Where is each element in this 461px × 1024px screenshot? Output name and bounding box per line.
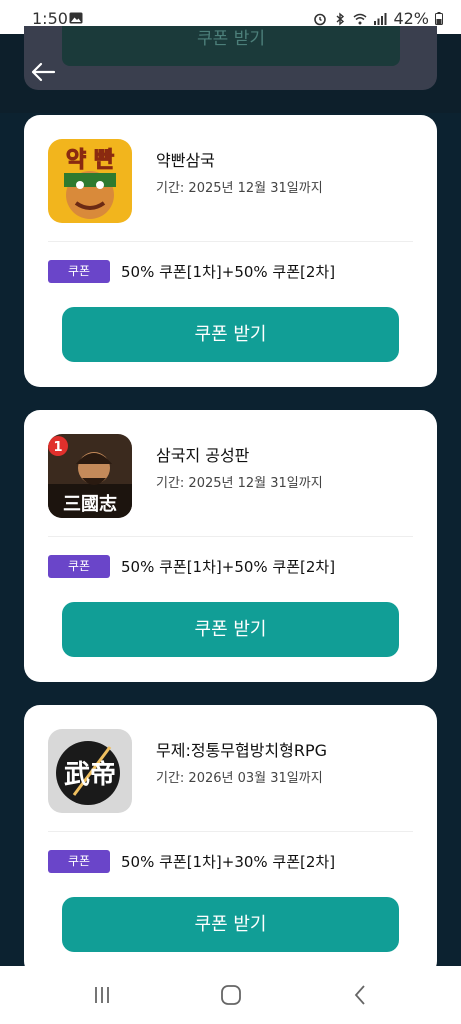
coupon-description: 50% 쿠폰[1차]+30% 쿠폰[2차] [121, 853, 336, 871]
bluetooth-icon [336, 12, 345, 25]
app-icon-samgukji-text: 三國志 [63, 493, 117, 515]
recent-apps-icon[interactable] [90, 983, 114, 1007]
divider [48, 536, 413, 537]
get-coupon-button[interactable]: 쿠폰 받기 [62, 307, 399, 362]
coupon-badge: 쿠폰 [48, 850, 110, 873]
notification-count: 1 [53, 440, 62, 455]
app-icon-muje-text: 武帝 [64, 759, 116, 790]
coupon-badge: 쿠폰 [48, 555, 110, 578]
home-icon[interactable] [219, 983, 243, 1007]
app-icon-muje: 武帝 [48, 729, 132, 813]
coupon-period: 기간: 2025년 12월 31일까지 [156, 476, 323, 491]
alarm-icon [314, 13, 327, 25]
back-icon[interactable] [349, 983, 373, 1007]
coupon-badge: 쿠폰 [48, 260, 110, 283]
coupon-period: 기간: 2025년 12월 31일까지 [156, 181, 323, 196]
coupon-row: 쿠폰 50% 쿠폰[1차]+50% 쿠폰[2차] [48, 555, 413, 579]
game-title: 삼국지 공성판 [156, 446, 250, 465]
divider [48, 241, 413, 242]
app-icon-yakppan: 약 빤 [48, 139, 132, 223]
signal-icon [374, 12, 387, 25]
gallery-icon [69, 12, 83, 24]
coupon-period: 기간: 2026년 03월 31일까지 [156, 771, 323, 786]
game-title: 무제:정통무협방치형RPG [156, 741, 328, 760]
navigation-bar [0, 966, 461, 1024]
card-header: 약 빤 약빤삼국 기간: 2025년 12월 31일까지 [48, 139, 413, 235]
game-title: 약빤삼국 [156, 151, 215, 170]
coupon-list[interactable]: 약 빤 약빤삼국 기간: 2025년 12월 31일까지 쿠폰 50% 쿠폰[1… [0, 113, 461, 966]
divider [48, 831, 413, 832]
previous-coupon-button[interactable]: 쿠폰 받기 [62, 26, 400, 66]
header-overlay: 쿠폰 받기 [24, 26, 437, 90]
card-header: 武帝 무제:정통무협방치형RPG 기간: 2026년 03월 31일까지 [48, 729, 413, 825]
coupon-description: 50% 쿠폰[1차]+50% 쿠폰[2차] [121, 558, 336, 576]
app-icon-yakppan-text: 약 빤 [66, 148, 114, 173]
coupon-row: 쿠폰 50% 쿠폰[1차]+30% 쿠폰[2차] [48, 850, 413, 874]
battery-icon [435, 12, 443, 25]
card-header: 1 三國志 삼국지 공성판 기간: 2025년 12월 31일까지 [48, 434, 413, 530]
coupon-card: 약 빤 약빤삼국 기간: 2025년 12월 31일까지 쿠폰 50% 쿠폰[1… [24, 115, 437, 387]
coupon-card: 武帝 무제:정통무협방치형RPG 기간: 2026년 03월 31일까지 쿠폰 … [24, 705, 437, 966]
coupon-card: 1 三國志 삼국지 공성판 기간: 2025년 12월 31일까지 쿠폰 50%… [24, 410, 437, 682]
get-coupon-button[interactable]: 쿠폰 받기 [62, 897, 399, 952]
back-arrow-icon[interactable] [30, 60, 56, 84]
wifi-icon [353, 13, 367, 24]
app-icon-samgukji: 1 三國志 [48, 434, 132, 518]
coupon-description: 50% 쿠폰[1차]+50% 쿠폰[2차] [121, 263, 336, 281]
coupon-row: 쿠폰 50% 쿠폰[1차]+50% 쿠폰[2차] [48, 260, 413, 284]
get-coupon-button[interactable]: 쿠폰 받기 [62, 602, 399, 657]
